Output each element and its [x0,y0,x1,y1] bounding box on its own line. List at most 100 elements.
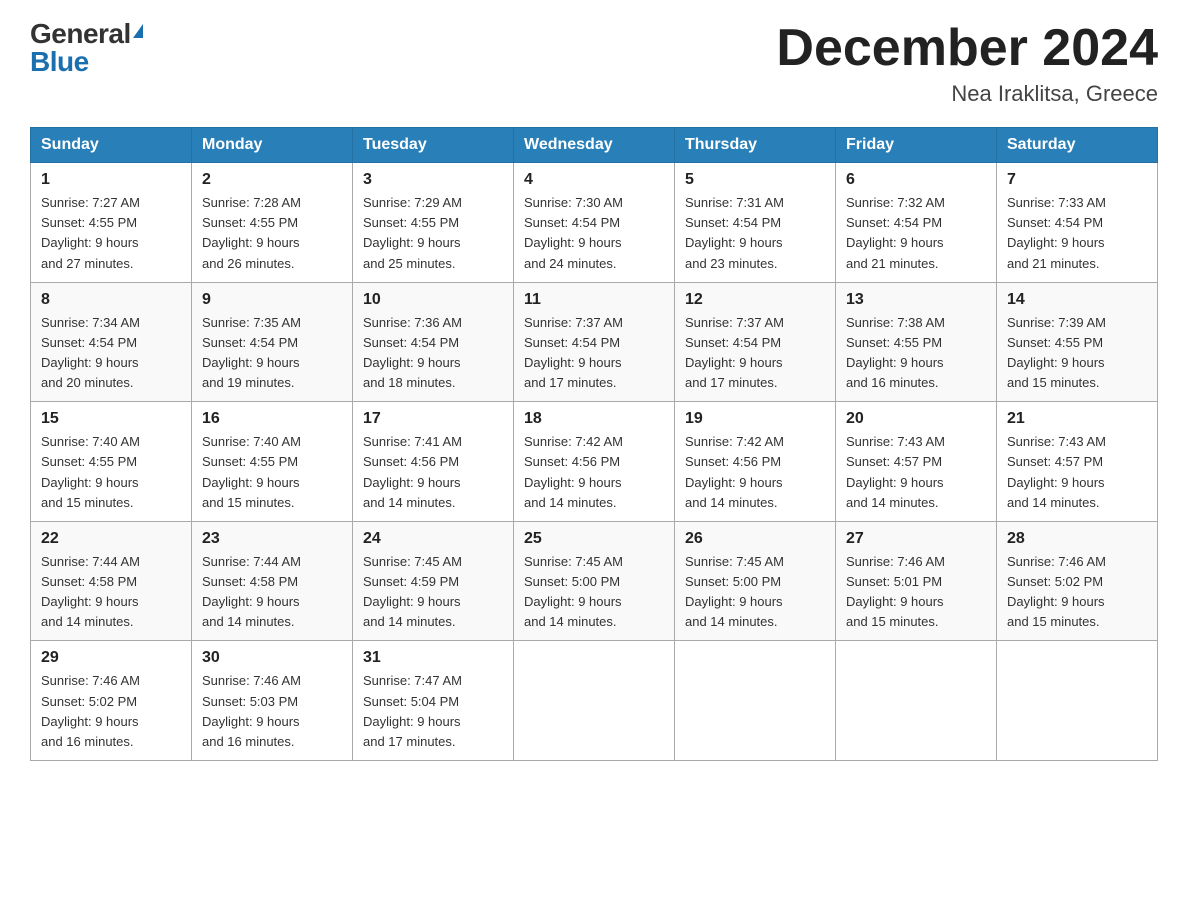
day-info: Sunrise: 7:45 AM Sunset: 5:00 PM Dayligh… [685,552,825,633]
day-info: Sunrise: 7:31 AM Sunset: 4:54 PM Dayligh… [685,193,825,274]
calendar-cell: 9 Sunrise: 7:35 AM Sunset: 4:54 PM Dayli… [192,282,353,402]
location-title: Nea Iraklitsa, Greece [776,81,1158,107]
day-number: 28 [1007,530,1147,548]
logo-triangle-icon [133,24,143,38]
day-number: 7 [1007,171,1147,189]
day-info: Sunrise: 7:41 AM Sunset: 4:56 PM Dayligh… [363,432,503,513]
day-info: Sunrise: 7:46 AM Sunset: 5:01 PM Dayligh… [846,552,986,633]
day-info: Sunrise: 7:37 AM Sunset: 4:54 PM Dayligh… [685,313,825,394]
calendar-week-2: 8 Sunrise: 7:34 AM Sunset: 4:54 PM Dayli… [31,282,1158,402]
calendar-cell: 1 Sunrise: 7:27 AM Sunset: 4:55 PM Dayli… [31,163,192,283]
day-info: Sunrise: 7:40 AM Sunset: 4:55 PM Dayligh… [202,432,342,513]
calendar-cell: 3 Sunrise: 7:29 AM Sunset: 4:55 PM Dayli… [353,163,514,283]
day-number: 11 [524,291,664,309]
day-number: 5 [685,171,825,189]
day-info: Sunrise: 7:38 AM Sunset: 4:55 PM Dayligh… [846,313,986,394]
calendar-cell: 4 Sunrise: 7:30 AM Sunset: 4:54 PM Dayli… [514,163,675,283]
logo: General Blue [30,20,143,76]
day-number: 16 [202,410,342,428]
calendar-cell: 26 Sunrise: 7:45 AM Sunset: 5:00 PM Dayl… [675,521,836,641]
day-number: 23 [202,530,342,548]
calendar-cell: 23 Sunrise: 7:44 AM Sunset: 4:58 PM Dayl… [192,521,353,641]
calendar-cell: 14 Sunrise: 7:39 AM Sunset: 4:55 PM Dayl… [997,282,1158,402]
day-info: Sunrise: 7:44 AM Sunset: 4:58 PM Dayligh… [202,552,342,633]
calendar-cell: 18 Sunrise: 7:42 AM Sunset: 4:56 PM Dayl… [514,402,675,522]
day-number: 4 [524,171,664,189]
col-wednesday: Wednesday [514,128,675,163]
day-number: 12 [685,291,825,309]
day-info: Sunrise: 7:43 AM Sunset: 4:57 PM Dayligh… [846,432,986,513]
calendar-cell [514,641,675,761]
day-info: Sunrise: 7:27 AM Sunset: 4:55 PM Dayligh… [41,193,181,274]
calendar-cell: 31 Sunrise: 7:47 AM Sunset: 5:04 PM Dayl… [353,641,514,761]
day-number: 30 [202,649,342,667]
day-number: 20 [846,410,986,428]
calendar-cell: 22 Sunrise: 7:44 AM Sunset: 4:58 PM Dayl… [31,521,192,641]
calendar-cell [675,641,836,761]
calendar-cell [836,641,997,761]
day-info: Sunrise: 7:45 AM Sunset: 5:00 PM Dayligh… [524,552,664,633]
day-info: Sunrise: 7:46 AM Sunset: 5:03 PM Dayligh… [202,671,342,752]
day-info: Sunrise: 7:44 AM Sunset: 4:58 PM Dayligh… [41,552,181,633]
calendar-week-3: 15 Sunrise: 7:40 AM Sunset: 4:55 PM Dayl… [31,402,1158,522]
calendar-cell: 24 Sunrise: 7:45 AM Sunset: 4:59 PM Dayl… [353,521,514,641]
calendar-cell: 20 Sunrise: 7:43 AM Sunset: 4:57 PM Dayl… [836,402,997,522]
day-info: Sunrise: 7:36 AM Sunset: 4:54 PM Dayligh… [363,313,503,394]
calendar-cell: 21 Sunrise: 7:43 AM Sunset: 4:57 PM Dayl… [997,402,1158,522]
day-number: 31 [363,649,503,667]
calendar-cell: 28 Sunrise: 7:46 AM Sunset: 5:02 PM Dayl… [997,521,1158,641]
day-number: 2 [202,171,342,189]
day-number: 27 [846,530,986,548]
day-number: 3 [363,171,503,189]
col-thursday: Thursday [675,128,836,163]
calendar-cell: 10 Sunrise: 7:36 AM Sunset: 4:54 PM Dayl… [353,282,514,402]
day-number: 21 [1007,410,1147,428]
day-number: 6 [846,171,986,189]
calendar-cell [997,641,1158,761]
calendar-week-4: 22 Sunrise: 7:44 AM Sunset: 4:58 PM Dayl… [31,521,1158,641]
calendar-cell: 17 Sunrise: 7:41 AM Sunset: 4:56 PM Dayl… [353,402,514,522]
day-info: Sunrise: 7:28 AM Sunset: 4:55 PM Dayligh… [202,193,342,274]
day-info: Sunrise: 7:43 AM Sunset: 4:57 PM Dayligh… [1007,432,1147,513]
calendar-cell: 6 Sunrise: 7:32 AM Sunset: 4:54 PM Dayli… [836,163,997,283]
calendar-cell: 30 Sunrise: 7:46 AM Sunset: 5:03 PM Dayl… [192,641,353,761]
title-section: December 2024 Nea Iraklitsa, Greece [776,20,1158,107]
day-number: 29 [41,649,181,667]
calendar-cell: 25 Sunrise: 7:45 AM Sunset: 5:00 PM Dayl… [514,521,675,641]
calendar-cell: 12 Sunrise: 7:37 AM Sunset: 4:54 PM Dayl… [675,282,836,402]
logo-general-text: General [30,20,131,48]
day-info: Sunrise: 7:46 AM Sunset: 5:02 PM Dayligh… [1007,552,1147,633]
day-info: Sunrise: 7:29 AM Sunset: 4:55 PM Dayligh… [363,193,503,274]
day-info: Sunrise: 7:32 AM Sunset: 4:54 PM Dayligh… [846,193,986,274]
day-info: Sunrise: 7:47 AM Sunset: 5:04 PM Dayligh… [363,671,503,752]
day-number: 13 [846,291,986,309]
day-info: Sunrise: 7:40 AM Sunset: 4:55 PM Dayligh… [41,432,181,513]
day-number: 17 [363,410,503,428]
calendar-table: Sunday Monday Tuesday Wednesday Thursday… [30,127,1158,761]
day-info: Sunrise: 7:39 AM Sunset: 4:55 PM Dayligh… [1007,313,1147,394]
day-number: 10 [363,291,503,309]
day-info: Sunrise: 7:33 AM Sunset: 4:54 PM Dayligh… [1007,193,1147,274]
col-monday: Monday [192,128,353,163]
col-sunday: Sunday [31,128,192,163]
day-number: 9 [202,291,342,309]
calendar-cell: 15 Sunrise: 7:40 AM Sunset: 4:55 PM Dayl… [31,402,192,522]
calendar-cell: 16 Sunrise: 7:40 AM Sunset: 4:55 PM Dayl… [192,402,353,522]
day-number: 15 [41,410,181,428]
calendar-header-row: Sunday Monday Tuesday Wednesday Thursday… [31,128,1158,163]
day-number: 1 [41,171,181,189]
day-info: Sunrise: 7:30 AM Sunset: 4:54 PM Dayligh… [524,193,664,274]
col-tuesday: Tuesday [353,128,514,163]
day-number: 26 [685,530,825,548]
day-info: Sunrise: 7:42 AM Sunset: 4:56 PM Dayligh… [685,432,825,513]
day-info: Sunrise: 7:42 AM Sunset: 4:56 PM Dayligh… [524,432,664,513]
day-info: Sunrise: 7:37 AM Sunset: 4:54 PM Dayligh… [524,313,664,394]
col-saturday: Saturday [997,128,1158,163]
calendar-week-5: 29 Sunrise: 7:46 AM Sunset: 5:02 PM Dayl… [31,641,1158,761]
day-number: 18 [524,410,664,428]
day-number: 25 [524,530,664,548]
day-number: 8 [41,291,181,309]
page-header: General Blue December 2024 Nea Iraklitsa… [30,20,1158,107]
calendar-cell: 19 Sunrise: 7:42 AM Sunset: 4:56 PM Dayl… [675,402,836,522]
calendar-cell: 29 Sunrise: 7:46 AM Sunset: 5:02 PM Dayl… [31,641,192,761]
